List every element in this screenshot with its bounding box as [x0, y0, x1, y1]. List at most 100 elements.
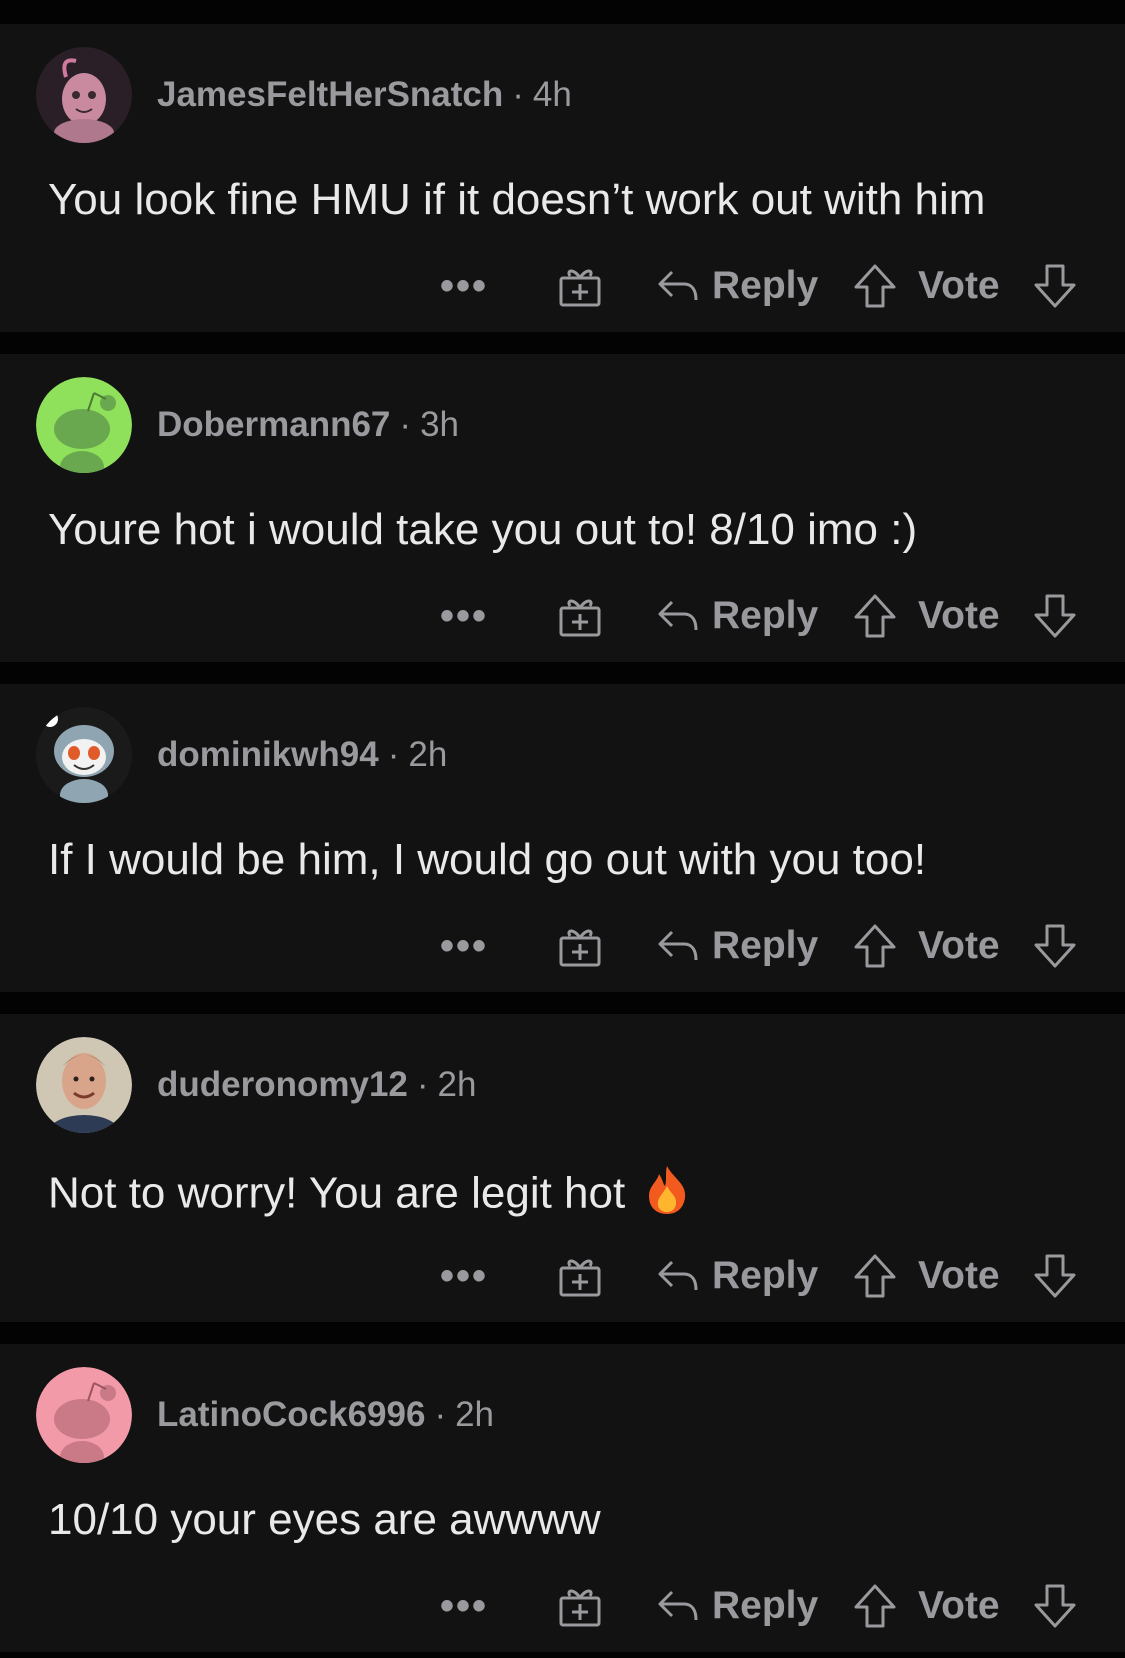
vote-label: Vote [918, 1584, 1000, 1627]
avatar[interactable] [36, 1367, 132, 1463]
vote-count: Vote [918, 586, 1000, 646]
downvote-arrow-icon [1034, 1584, 1076, 1628]
comment-meta: LatinoCock6996 · 2h [157, 1395, 495, 1434]
username[interactable]: duderonomy12 [157, 1065, 408, 1104]
downvote-arrow-icon [1034, 1254, 1076, 1298]
comment-age: 2h [408, 735, 448, 774]
gift-icon [559, 1259, 601, 1297]
comment-card: LatinoCock6996 · 2h 10/10 your eyes are aw… [0, 1344, 1125, 1652]
comment-body: Youre hot i would take you out to! 8/10 … [48, 505, 918, 554]
avatar[interactable] [36, 1037, 132, 1133]
comment-actions: ••• Reply Vote [0, 1576, 1125, 1636]
comment-age: 2h [437, 1065, 477, 1104]
comment-text: Not to worry! You are legit hot [48, 1168, 626, 1218]
gift-icon [559, 1589, 601, 1627]
avatar[interactable] [36, 377, 132, 473]
more-options-button[interactable]: ••• [440, 1576, 488, 1636]
award-button[interactable] [558, 256, 602, 316]
comment-actions: ••• Reply Vote [0, 256, 1125, 316]
upvote-arrow-icon [854, 1254, 896, 1298]
vote-label: Vote [918, 264, 1000, 307]
reply-arrow-icon [658, 1260, 698, 1291]
upvote-button[interactable] [853, 916, 897, 976]
downvote-button[interactable] [1033, 256, 1077, 316]
downvote-button[interactable] [1033, 1246, 1077, 1306]
comment-card: JamesFeltHerSnatch · 4h You look fine HMU … [0, 24, 1125, 332]
comment-meta: dominikwh94 · 2h [157, 735, 448, 774]
username[interactable]: Dobermann67 [157, 405, 390, 444]
upvote-button[interactable] [853, 586, 897, 646]
comment-meta: duderonomy12 · 2h [157, 1065, 477, 1104]
gift-icon [559, 269, 601, 307]
award-button[interactable] [558, 586, 602, 646]
more-options-button[interactable]: ••• [440, 1246, 488, 1306]
reply-button[interactable]: Reply [656, 586, 818, 646]
comment-age: 2h [455, 1395, 495, 1434]
comment-actions: ••• Reply Vote [0, 1246, 1125, 1306]
downvote-arrow-icon [1034, 594, 1076, 638]
comment-meta: JamesFeltHerSnatch · 4h [157, 75, 572, 114]
avatar[interactable] [36, 707, 132, 803]
downvote-button[interactable] [1033, 916, 1077, 976]
comment-body: Not to worry! You are legit hot [48, 1164, 1088, 1228]
reply-arrow-icon [658, 270, 698, 301]
upvote-arrow-icon [854, 264, 896, 308]
comment-actions: ••• Reply Vote [0, 586, 1125, 646]
reply-button[interactable]: Reply [656, 1246, 818, 1306]
separator-dot: · [434, 1395, 447, 1434]
gift-icon [559, 599, 601, 637]
upvote-arrow-icon [854, 1584, 896, 1628]
reply-label: Reply [712, 594, 819, 637]
upvote-arrow-icon [854, 594, 896, 638]
vote-count: Vote [918, 1246, 1000, 1306]
reply-label: Reply [712, 924, 819, 967]
award-button[interactable] [558, 1576, 602, 1636]
separator-dot: · [416, 1065, 429, 1104]
reply-label: Reply [712, 1254, 819, 1297]
upvote-button[interactable] [853, 1246, 897, 1306]
reply-button[interactable]: Reply [656, 256, 818, 316]
downvote-arrow-icon [1034, 264, 1076, 308]
reply-button[interactable]: Reply [656, 916, 818, 976]
downvote-arrow-icon [1034, 924, 1076, 968]
username[interactable]: LatinoCock6996 [157, 1395, 425, 1434]
comment-age: 3h [420, 405, 459, 444]
vote-label: Vote [918, 594, 1000, 637]
upvote-arrow-icon [854, 924, 896, 968]
downvote-button[interactable] [1033, 1576, 1077, 1636]
comment-card: Dobermann67 · 3h Youre hot i would take yo… [0, 354, 1125, 662]
username[interactable]: JamesFeltHerSnatch [157, 75, 503, 114]
comment-body: 10/10 your eyes are awwww [48, 1495, 601, 1544]
award-button[interactable] [558, 1246, 602, 1306]
username[interactable]: dominikwh94 [157, 735, 379, 774]
comment-card: dominikwh94 · 2h If I would be him, I woul… [0, 684, 1125, 992]
more-options-button[interactable]: ••• [440, 586, 488, 646]
reply-label: Reply [712, 264, 819, 307]
upvote-button[interactable] [853, 1576, 897, 1636]
reply-label: Reply [712, 1584, 819, 1627]
gift-icon [559, 929, 601, 967]
separator-dot: · [399, 405, 412, 444]
downvote-button[interactable] [1033, 586, 1077, 646]
reply-arrow-icon [658, 600, 698, 631]
separator-dot: · [512, 75, 524, 114]
vote-count: Vote [918, 256, 1000, 316]
more-options-button[interactable]: ••• [440, 916, 488, 976]
more-options-button[interactable]: ••• [440, 256, 488, 316]
reply-arrow-icon [658, 930, 698, 961]
vote-label: Vote [918, 924, 1000, 967]
reply-button[interactable]: Reply [656, 1576, 818, 1636]
fire-emoji-icon [643, 1164, 691, 1228]
comment-body: You look fine HMU if it doesn’t work out… [48, 175, 986, 224]
separator-dot: · [387, 735, 400, 774]
award-button[interactable] [558, 916, 602, 976]
reply-arrow-icon [658, 1590, 698, 1621]
comment-meta: Dobermann67 · 3h [157, 405, 459, 444]
comment-age: 4h [532, 75, 572, 114]
comment-card: duderonomy12 · 2h Not to worry! You are le… [0, 1014, 1125, 1322]
comment-feed: JamesFeltHerSnatch · 4h You look fine HMU … [0, 0, 1125, 1658]
avatar[interactable] [36, 47, 132, 143]
vote-label: Vote [918, 1254, 1000, 1297]
vote-count: Vote [918, 1576, 1000, 1636]
upvote-button[interactable] [853, 256, 897, 316]
